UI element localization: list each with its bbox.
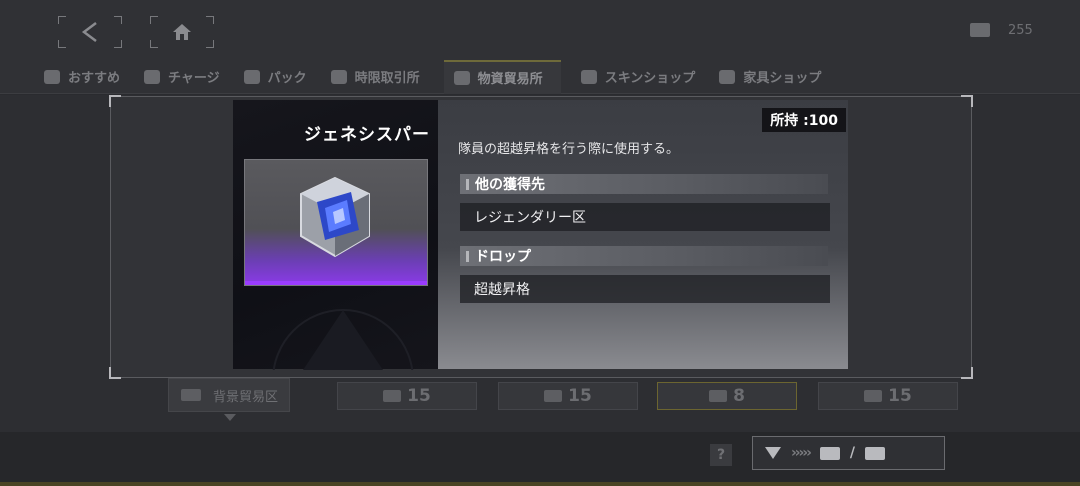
tab-skin-shop[interactable]: スキンショップ [580, 60, 720, 94]
ticket-icon [864, 390, 883, 402]
shop-item-card[interactable]: 15 [337, 382, 477, 410]
tab-pack[interactable]: パック [243, 60, 331, 94]
item-info-panel: 所持 :100 隊員の超越昇格を行う際に使用する。 他の獲得先 レジェンダリー区… [438, 100, 848, 369]
item-image [244, 159, 428, 286]
ticket-icon [544, 390, 563, 402]
tab-supply-exchange[interactable]: 物資貿易所 [443, 59, 561, 94]
back-button[interactable] [58, 16, 122, 48]
skin-icon [580, 69, 597, 84]
ticket-icon [970, 23, 990, 37]
bottom-accent-line [0, 482, 1080, 486]
shop-tabs: おすすめ チャージ パック 時限取引所 物資貿易所 スキンショップ 家具ショップ [0, 59, 1080, 94]
gift-icon [243, 69, 260, 84]
help-button[interactable]: ? [710, 444, 732, 466]
currency-display: 255 [970, 18, 1060, 42]
arrows-icon: ››››› [791, 445, 812, 461]
item-preview-panel: ジェネシスパー [233, 100, 438, 370]
shop-item-card[interactable]: 8 [657, 382, 797, 410]
tab-recommend[interactable]: おすすめ [44, 60, 144, 94]
item-name: ジェネシスパー [304, 125, 430, 145]
rarity-strip [245, 281, 427, 285]
currency-amount: 255 [1008, 22, 1033, 38]
ticket-plus-icon [864, 446, 885, 460]
ticket-icon [709, 390, 728, 402]
ticket-icon [383, 390, 402, 402]
background-trade-section[interactable]: 背景貿易区 [168, 378, 290, 412]
ticket-exchange-bar[interactable]: ››››› / [752, 436, 945, 470]
drop-value[interactable]: 超越昇格 [460, 275, 830, 303]
recommend-icon [44, 69, 60, 84]
exchange-icon [453, 70, 470, 85]
dropdown-arrow-icon [224, 414, 236, 421]
header-bar-icon [466, 250, 469, 262]
genesis-cube-icon [300, 176, 370, 258]
furniture-icon [719, 69, 736, 84]
header-bar-icon [466, 178, 469, 190]
shop-item-card[interactable]: 15 [498, 382, 638, 410]
other-sources-header: 他の獲得先 [460, 174, 828, 194]
decorative-emblem [272, 309, 414, 370]
tab-timed-exchange[interactable]: 時限取引所 [330, 60, 444, 94]
clock-icon [330, 69, 347, 84]
drop-header: ドロップ [460, 246, 828, 266]
ticket-icon [819, 446, 840, 460]
back-chevron-icon [81, 22, 97, 42]
tab-charge[interactable]: チャージ [144, 60, 244, 94]
section-icon [181, 389, 201, 401]
triangle-logo-icon [765, 447, 781, 459]
shop-item-card[interactable]: 15 [818, 382, 958, 410]
owned-count: 所持 :100 [762, 108, 846, 132]
tab-furniture-shop[interactable]: 家具ショップ [719, 60, 845, 94]
item-description: 隊員の超越昇格を行う際に使用する。 [458, 142, 680, 157]
yen-icon [144, 69, 161, 84]
other-sources-value[interactable]: レジェンダリー区 [460, 203, 830, 231]
home-icon [173, 24, 191, 40]
home-button[interactable] [150, 16, 214, 48]
